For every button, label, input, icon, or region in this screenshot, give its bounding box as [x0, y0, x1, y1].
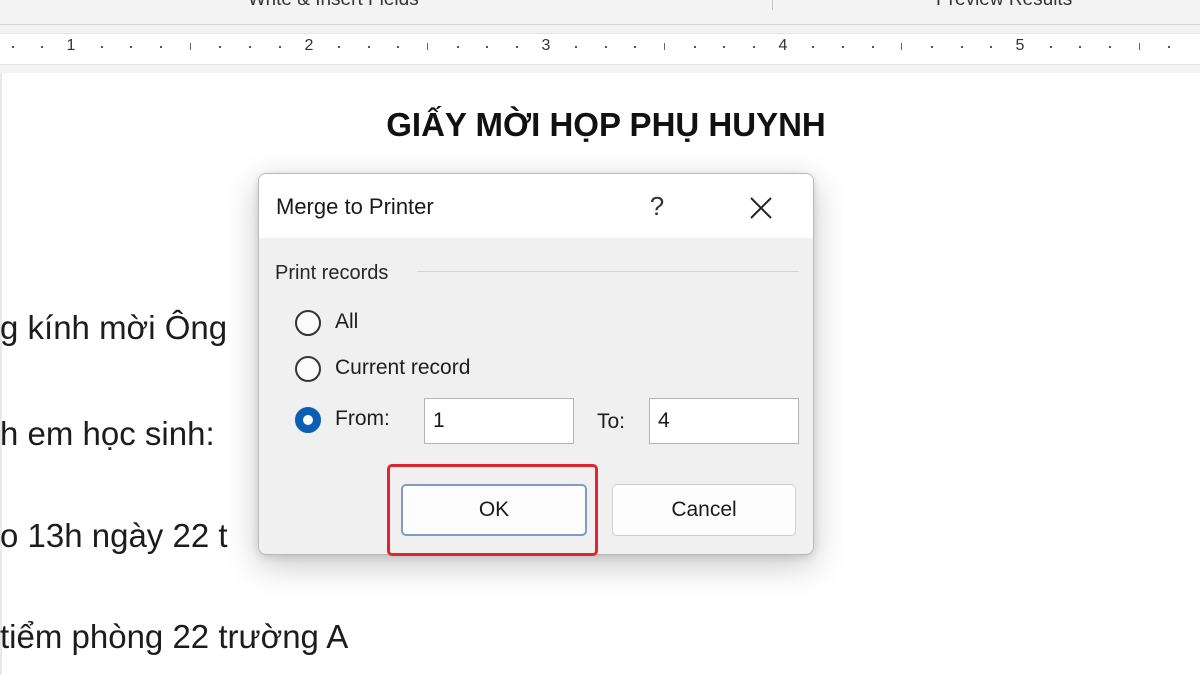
ruler-tick	[456, 46, 459, 48]
radio-current-record-circle[interactable]	[295, 356, 321, 382]
to-label: To:	[597, 410, 626, 433]
ruler-tick	[367, 46, 370, 48]
ruler-number: 1	[66, 37, 76, 54]
cancel-button[interactable]: Cancel	[612, 484, 796, 536]
ruler-tick	[11, 46, 14, 48]
ribbon-separator	[772, 0, 773, 10]
document-line: tiểm phòng 22 trường A	[0, 618, 349, 655]
ruler-tick	[901, 43, 903, 50]
document-line: o 13h ngày 22 t	[0, 517, 228, 554]
ruler-tick	[664, 43, 666, 50]
ruler-tick	[219, 46, 222, 48]
ruler-tick	[1049, 46, 1052, 48]
ribbon: Write & Insert Fields Preview Results	[0, 0, 1200, 24]
ruler-tick	[515, 46, 518, 48]
ruler-tick	[693, 46, 696, 48]
radio-from-circle[interactable]	[295, 407, 321, 433]
dialog-title: Merge to Printer	[276, 194, 434, 219]
ruler-tick	[812, 46, 815, 48]
ruler-tick	[278, 46, 281, 48]
ruler-tick	[634, 46, 637, 48]
ruler-tick	[159, 46, 162, 48]
document-line: h em học sinh:	[0, 415, 215, 452]
ruler-tick	[248, 46, 251, 48]
ruler-tick	[575, 46, 578, 48]
ruler-number: 2	[304, 37, 314, 54]
ruler-tick	[753, 46, 756, 48]
ruler-tick	[189, 43, 191, 50]
ruler-tick	[1108, 46, 1111, 48]
print-records-label: Print records	[275, 262, 389, 284]
from-input[interactable]	[424, 398, 574, 444]
radio-all-circle[interactable]	[295, 310, 321, 336]
ruler-tick	[990, 46, 993, 48]
ruler-tick	[486, 46, 489, 48]
help-button[interactable]: ?	[639, 184, 675, 228]
ruler-tick	[337, 46, 340, 48]
page-edge	[0, 73, 2, 675]
ruler-tick	[41, 46, 44, 48]
document-line: g kính mời Ông	[0, 309, 228, 346]
ruler-tick	[960, 46, 963, 48]
ribbon-group-preview-results[interactable]: Preview Results	[936, 0, 1072, 11]
horizontal-ruler[interactable]: 1 2 3 4 5	[0, 33, 1200, 65]
radio-from-label: From:	[335, 407, 390, 430]
dialog-titlebar[interactable]: Merge to Printer ?	[259, 174, 813, 238]
ruler-tick	[931, 46, 934, 48]
ruler-number: 4	[778, 37, 788, 54]
ruler-tick	[397, 46, 400, 48]
ruler-number: 5	[1015, 37, 1025, 54]
ruler-tick	[604, 46, 607, 48]
ruler-tick	[1138, 43, 1140, 50]
ok-highlight-annotation	[387, 464, 598, 556]
ruler-tick	[723, 46, 726, 48]
ribbon-group-write-insert-fields[interactable]: Write & Insert Fields	[248, 0, 419, 11]
radio-all-label: All	[335, 310, 359, 333]
radio-current-record-label: Current record	[335, 356, 471, 379]
close-button[interactable]	[739, 186, 783, 230]
ruler-tick	[426, 43, 428, 50]
ruler-tick	[100, 46, 103, 48]
ruler-area: 1 2 3 4 5	[0, 25, 1200, 73]
ruler-tick	[1168, 46, 1171, 48]
ruler-tick	[871, 46, 874, 48]
to-input[interactable]	[649, 398, 799, 444]
ruler-number: 3	[541, 37, 551, 54]
close-icon	[750, 197, 772, 219]
ruler-tick	[130, 46, 133, 48]
document-title: GIẤY MỜI HỌP PHỤ HUYNH	[386, 106, 826, 143]
ruler-tick	[842, 46, 845, 48]
group-divider	[417, 271, 799, 272]
ruler-tick	[1079, 46, 1082, 48]
